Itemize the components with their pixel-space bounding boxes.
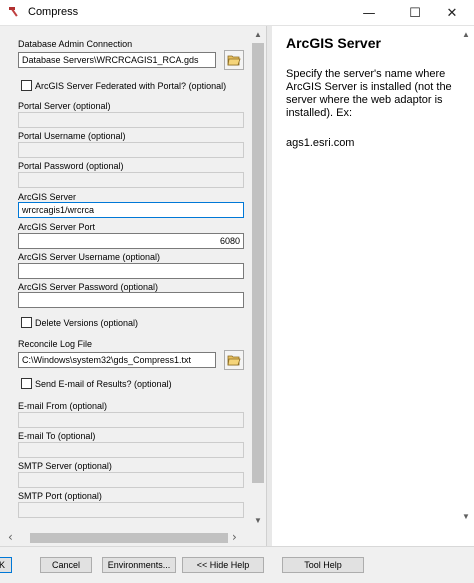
reconcile-log-file-label: Reconcile Log File [18, 339, 93, 349]
horizontal-scroll-thumb[interactable] [30, 533, 228, 543]
portal-server-input[interactable] [18, 112, 244, 128]
portal-password-label: Portal Password (optional) [18, 161, 124, 171]
hammer-tool-icon [9, 7, 18, 17]
minimize-button[interactable]: — [346, 0, 392, 26]
arcgis-server-port-label: ArcGIS Server Port [18, 222, 96, 232]
form-horizontal-scrollbar[interactable]: ‹ › [0, 528, 250, 546]
email-from-input[interactable] [18, 412, 244, 428]
smtp-port-input[interactable] [18, 502, 244, 518]
portal-username-input[interactable] [18, 142, 244, 158]
arcgis-server-username-label: ArcGIS Server Username (optional) [18, 252, 161, 262]
scroll-down-arrow-icon[interactable]: ▼ [250, 512, 266, 528]
scroll-up-arrow-icon[interactable]: ▲ [250, 26, 266, 42]
help-title: ArcGIS Server [286, 35, 381, 51]
open-folder-icon [227, 55, 241, 66]
hide-help-button[interactable]: << Hide Help [182, 557, 264, 573]
delete-versions-label: Delete Versions (optional) [35, 317, 139, 328]
open-folder-icon [227, 355, 241, 366]
smtp-port-label: SMTP Port (optional) [18, 491, 102, 501]
environments-button[interactable]: Environments... [102, 557, 176, 573]
browse-db-connection-button[interactable] [224, 50, 244, 70]
close-button[interactable]: ✕ [430, 0, 474, 26]
email-from-label: E-mail From (optional) [18, 401, 108, 411]
arcgis-server-password-input[interactable] [18, 292, 244, 308]
window-title: Compress [28, 6, 79, 18]
email-to-label: E-mail To (optional) [18, 431, 96, 441]
reconcile-log-file-input[interactable]: C:\Windows\system32\gds_Compress1.txt [18, 352, 216, 368]
tool-help-button[interactable]: Tool Help [282, 557, 364, 573]
cancel-button[interactable]: Cancel [40, 557, 92, 573]
help-scroll-up-arrow-icon[interactable]: ▲ [462, 30, 470, 39]
delete-versions-checkbox[interactable] [21, 317, 32, 328]
help-description: Specify the server's name where ArcGIS S… [286, 68, 452, 119]
help-example: ags1.esri.com [286, 137, 355, 149]
browse-log-file-button[interactable] [224, 350, 244, 370]
title-bar: Compress — ☐ ✕ [0, 0, 474, 26]
portal-server-label: Portal Server (optional) [18, 101, 111, 111]
federated-portal-label: ArcGIS Server Federated with Portal? (op… [35, 80, 227, 91]
scroll-right-arrow-icon[interactable]: › [232, 530, 237, 544]
help-scroll-down-arrow-icon[interactable]: ▼ [462, 512, 470, 521]
db-admin-connection-label: Database Admin Connection [18, 39, 133, 49]
delete-versions-checkbox-row[interactable]: Delete Versions (optional) [21, 316, 138, 329]
arcgis-server-username-input[interactable] [18, 263, 244, 279]
arcgis-server-input[interactable]: wrcrcagis1/wrcrca [18, 202, 244, 218]
parameters-panel: Database Admin Connection Database Serve… [0, 26, 266, 546]
dialog-button-bar: K Cancel Environments... << Hide Help To… [0, 546, 474, 583]
arcgis-server-password-label: ArcGIS Server Password (optional) [18, 282, 159, 292]
arcgis-server-port-input[interactable]: 6080 [18, 233, 244, 249]
vertical-scroll-thumb[interactable] [252, 43, 264, 483]
send-email-label: Send E-mail of Results? (optional) [35, 378, 172, 389]
smtp-server-label: SMTP Server (optional) [18, 461, 112, 471]
email-to-input[interactable] [18, 442, 244, 458]
form-vertical-scrollbar[interactable]: ▲ ▼ [250, 26, 266, 528]
scroll-left-arrow-icon[interactable]: ‹ [8, 530, 13, 544]
db-admin-connection-input[interactable]: Database Servers\WRCRCAGIS1_RCA.gds [18, 52, 216, 68]
portal-username-label: Portal Username (optional) [18, 131, 126, 141]
send-email-checkbox[interactable] [21, 378, 32, 389]
arcgis-server-label: ArcGIS Server [18, 192, 77, 202]
help-panel: ArcGIS Server Specify the server's name … [272, 26, 474, 546]
federated-portal-checkbox[interactable] [21, 80, 32, 91]
portal-password-input[interactable] [18, 172, 244, 188]
send-email-checkbox-row[interactable]: Send E-mail of Results? (optional) [21, 377, 172, 390]
federated-portal-checkbox-row[interactable]: ArcGIS Server Federated with Portal? (op… [21, 79, 226, 92]
help-vertical-scrollbar[interactable]: ▲ ▼ [458, 26, 474, 528]
smtp-server-input[interactable] [18, 472, 244, 488]
ok-button[interactable]: K [0, 557, 12, 573]
